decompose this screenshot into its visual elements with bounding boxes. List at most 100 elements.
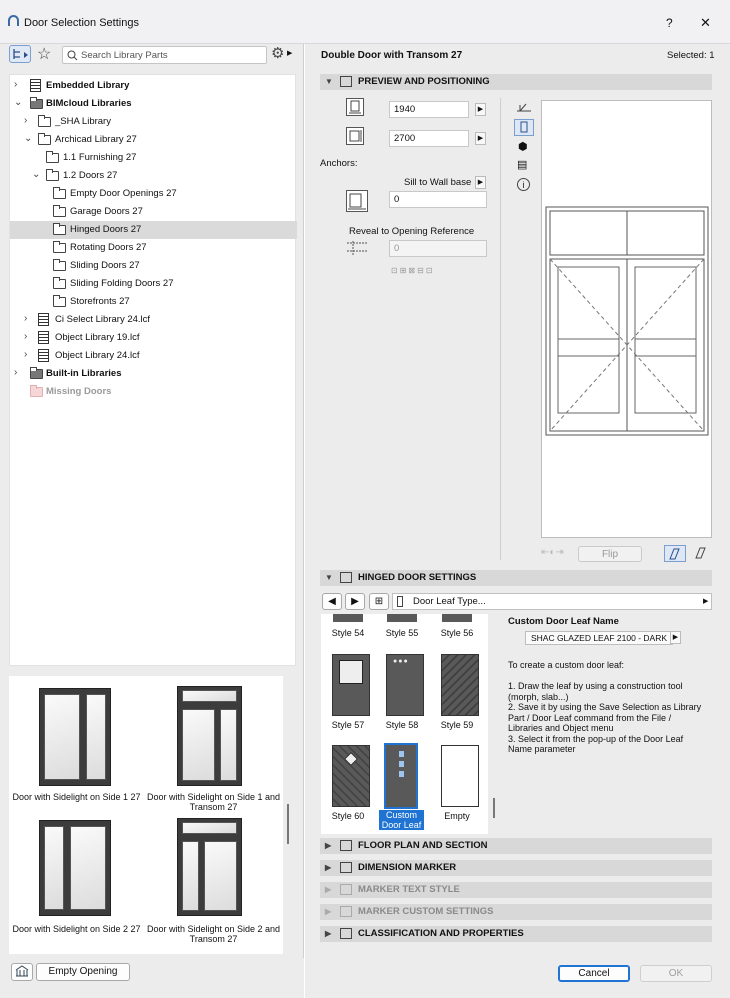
leaf-style-label[interactable]: Style 60	[324, 811, 372, 821]
sill-arrow-button[interactable]: ▶	[475, 176, 486, 189]
prev-page-button[interactable]: ◀	[322, 593, 342, 610]
width-field[interactable]: 1940	[389, 101, 469, 118]
opening-side-icon-2[interactable]	[690, 545, 710, 562]
tree-item-embedded-library[interactable]: › Embedded Library	[10, 77, 297, 95]
gallery-item-caption: Door with Sidelight on Side 2 27	[12, 924, 141, 934]
gallery-scrollbar[interactable]	[287, 804, 289, 844]
plan-view-icon[interactable]	[516, 101, 532, 115]
expand-arrow-icon: ▶	[325, 885, 332, 894]
tree-item-garage-doors[interactable]: Garage Doors 27	[10, 203, 297, 221]
tree-item-sliding-folding-doors[interactable]: Sliding Folding Doors 27	[10, 275, 297, 293]
tree-item-ci-select-library[interactable]: › Ci Select Library 24.lcf	[10, 311, 297, 329]
section-title: MARKER CUSTOM SETTINGS	[358, 906, 494, 917]
opening-side-icon-1[interactable]	[664, 545, 686, 562]
custom-leaf-name-value: SHAC GLAZED LEAF 2100 - DARK	[530, 633, 668, 643]
favorites-star-icon[interactable]: ☆	[37, 44, 51, 64]
section-classification[interactable]: ▶ CLASSIFICATION AND PROPERTIES	[320, 926, 712, 942]
tree-item-furnishing[interactable]: 1.1 Furnishing 27	[10, 149, 297, 167]
tree-item-sliding-doors[interactable]: Sliding Doors 27	[10, 257, 297, 275]
gallery-item[interactable]: Door with Sidelight on Side 2 and Transo…	[146, 816, 283, 950]
custom-leaf-name-field[interactable]: SHAC GLAZED LEAF 2100 - DARK	[525, 631, 673, 645]
flip-button[interactable]: Flip	[578, 546, 642, 562]
gallery-item-caption: Door with Sidelight on Side 1 and Transo…	[146, 792, 281, 812]
width-arrow-button[interactable]: ▶	[475, 103, 486, 116]
leaf-style-60-thumbnail[interactable]	[332, 745, 370, 807]
tree-item-label: 1.2 Doors 27	[63, 170, 118, 181]
leaf-style-label-selected[interactable]: Custom Door Leaf	[379, 810, 424, 830]
elevation-view-icon[interactable]	[514, 119, 534, 136]
section-hinged-door-settings[interactable]: ▼ HINGED DOOR SETTINGS	[320, 570, 712, 586]
tree-item-built-in-libraries[interactable]: › Built-in Libraries	[10, 365, 297, 383]
sill-field[interactable]: 0	[389, 191, 487, 208]
leaf-style-57-thumbnail[interactable]	[332, 654, 370, 716]
tree-item-archicad-library[interactable]: ⌄ Archicad Library 27	[10, 131, 297, 149]
section-title: DIMENSION MARKER	[358, 862, 457, 873]
folder-icon	[53, 241, 66, 253]
folder-icon	[46, 169, 59, 181]
tree-item-object-library-19[interactable]: › Object Library 19.lcf	[10, 329, 297, 347]
marker-text-icon	[340, 884, 352, 895]
tree-item-hinged-doors[interactable]: Hinged Doors 27	[10, 221, 297, 239]
section-view-icon[interactable]: ▤	[517, 158, 527, 171]
leaf-style-label[interactable]: Style 59	[433, 720, 481, 730]
help-button[interactable]: ?	[666, 16, 673, 30]
close-button[interactable]: ✕	[700, 15, 711, 31]
settings-gear-icon[interactable]: ⚙	[271, 44, 284, 62]
missing-folder-icon	[30, 385, 43, 397]
tree-item-rotating-doors[interactable]: Rotating Doors 27	[10, 239, 297, 257]
folder-view-toggle[interactable]	[9, 45, 31, 63]
folder-icon	[53, 187, 66, 199]
page-list-button[interactable]: ⊞	[369, 593, 389, 610]
search-input[interactable]: Search Library Parts	[62, 46, 267, 64]
library-icon	[30, 79, 41, 92]
empty-leaf-thumbnail[interactable]	[441, 745, 479, 807]
cancel-button[interactable]: Cancel	[558, 965, 630, 982]
library-manager-button[interactable]	[11, 963, 33, 981]
section-dimension-marker[interactable]: ▶ DIMENSION MARKER	[320, 860, 712, 876]
floor-plan-icon	[340, 840, 352, 851]
tree-item-storefronts[interactable]: Storefronts 27	[10, 293, 297, 311]
tree-item-label: Object Library 24.lcf	[55, 350, 140, 361]
section-preview-positioning[interactable]: ▼ PREVIEW AND POSITIONING	[320, 74, 712, 90]
custom-leaf-arrow-button[interactable]: ▶	[670, 631, 681, 644]
door-thumbnail	[39, 688, 111, 786]
tree-item-sha-library[interactable]: › _SHA Library	[10, 113, 297, 131]
custom-door-leaf-thumbnail[interactable]	[384, 743, 418, 809]
leaf-style-59-thumbnail[interactable]	[441, 654, 479, 716]
tree-item-bimcloud-libraries[interactable]: ⌄ BIMcloud Libraries	[10, 95, 297, 113]
page-selector-dropdown[interactable]: Door Leaf Type... ▶	[392, 593, 712, 610]
height-field[interactable]: 2700	[389, 130, 469, 147]
gallery-item[interactable]: Door with Sidelight on Side 1 27	[9, 676, 146, 816]
leaf-style-label[interactable]: Style 57	[324, 720, 372, 730]
leaf-style-label[interactable]: Style 58	[378, 720, 426, 730]
tree-item-label: Sliding Doors 27	[70, 260, 140, 271]
tree-item-label: Embedded Library	[46, 80, 130, 91]
next-page-button[interactable]: ▶	[345, 593, 365, 610]
3d-view-icon[interactable]: ⬢	[518, 140, 528, 153]
toolbar-divider	[500, 98, 501, 560]
leaf-grid-scrollbar[interactable]	[493, 798, 495, 818]
custom-leaf-help-intro: To create a custom door leaf:	[508, 660, 625, 670]
tree-item-empty-door-openings[interactable]: Empty Door Openings 27	[10, 185, 297, 203]
section-title: HINGED DOOR SETTINGS	[358, 572, 477, 583]
sill-label: Sill to Wall base	[404, 177, 472, 188]
leaf-style-label[interactable]: Style 56	[433, 628, 481, 638]
empty-opening-button[interactable]: Empty Opening	[36, 963, 130, 981]
gallery-item[interactable]: Door with Sidelight on Side 2 27	[9, 816, 146, 950]
reveal-icon	[345, 239, 371, 257]
leaf-style-label[interactable]: Style 54	[324, 628, 372, 638]
info-icon[interactable]: i	[517, 178, 530, 191]
tree-item-doors[interactable]: ⌄ 1.2 Doors 27	[10, 167, 297, 185]
tree-item-missing-doors[interactable]: Missing Doors	[10, 383, 297, 401]
reveal-options-icons[interactable]: ⊡⊞⊠⊟⊡	[391, 266, 435, 275]
section-floor-plan[interactable]: ▶ FLOOR PLAN AND SECTION	[320, 838, 712, 854]
leaf-style-58-thumbnail[interactable]: ●●●	[386, 654, 424, 716]
tree-item-object-library-24[interactable]: › Object Library 24.lcf	[10, 347, 297, 365]
leaf-style-label[interactable]: Style 55	[378, 628, 426, 638]
tree-item-label: Storefronts 27	[70, 296, 130, 307]
folder-icon	[38, 133, 51, 145]
gallery-item[interactable]: Door with Sidelight on Side 1 and Transo…	[146, 676, 283, 816]
settings-dropdown-arrow[interactable]: ▶	[287, 49, 292, 57]
leaf-style-label[interactable]: Empty	[433, 811, 481, 821]
height-arrow-button[interactable]: ▶	[475, 132, 486, 145]
